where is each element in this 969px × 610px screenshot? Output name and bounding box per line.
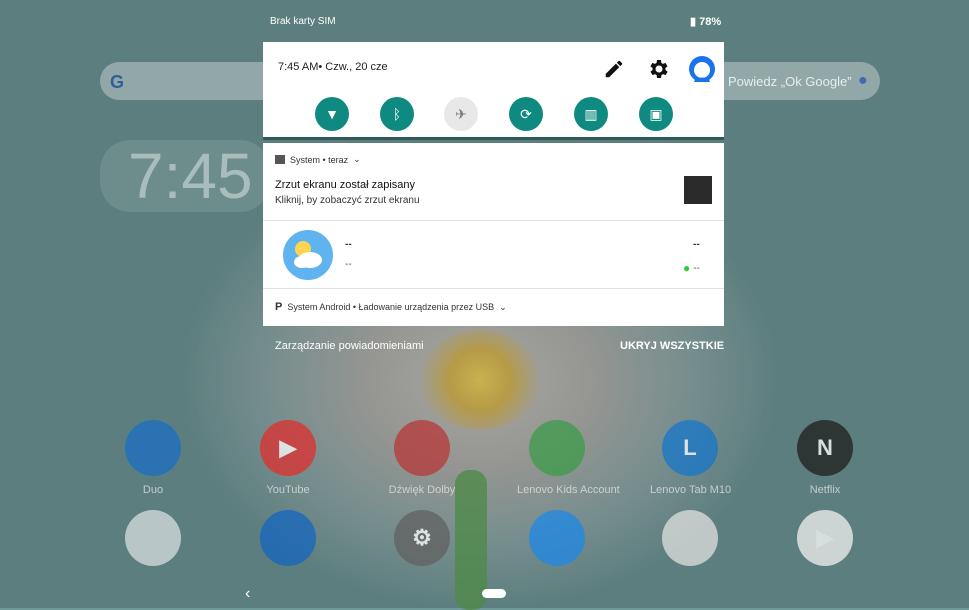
- app-icon[interactable]: [248, 510, 328, 566]
- app-icon-image: [260, 510, 316, 566]
- app-icon[interactable]: Dźwięk Dolby: [382, 420, 462, 496]
- notification-usb[interactable]: P System Android • Ładowanie urządzenia …: [263, 289, 724, 326]
- app-label: Lenovo Kids Account: [517, 484, 620, 496]
- app-label: Dźwięk Dolby: [388, 484, 456, 496]
- weather-location: --: [345, 259, 352, 270]
- app-icon-image: ⚙: [394, 510, 450, 566]
- autorotate-tile[interactable]: ⟳: [509, 97, 543, 131]
- search-hint: Powiedz „Ok Google”: [728, 74, 852, 89]
- notification-screenshot[interactable]: System • teraz ⌄ Zrzut ekranu został zap…: [263, 143, 724, 220]
- app-icon[interactable]: N Netflix: [785, 420, 865, 496]
- app-icon-image: [529, 510, 585, 566]
- app-icon-image: ▶: [797, 510, 853, 566]
- bluetooth-tile[interactable]: ᛒ: [380, 97, 414, 131]
- notification-app-name: System • teraz: [290, 154, 349, 165]
- clear-all-button[interactable]: UKRYJ WSZYSTKIE: [620, 340, 724, 352]
- expand-chevron-icon[interactable]: ⌄: [499, 302, 507, 313]
- app-icon-image: [662, 510, 718, 566]
- notification-header: P System Android • Ładowanie urządzenia …: [275, 301, 507, 313]
- home-clock-widget[interactable]: 7:45: [100, 140, 270, 212]
- app-icon-image: ▶: [260, 420, 316, 476]
- app-icon-image: N: [797, 420, 853, 476]
- battery-icon: ▮: [690, 16, 697, 28]
- weather-condition: --: [345, 239, 352, 250]
- notification-app-name: System Android • Ładowanie urządzenia pr…: [287, 302, 495, 312]
- account-icon[interactable]: [687, 54, 717, 84]
- weather-temperature: --: [693, 239, 700, 250]
- app-label: Lenovo Tab M10: [650, 484, 732, 496]
- qs-drag-handle[interactable]: [263, 137, 724, 140]
- battery-percent: 78%: [699, 16, 722, 28]
- google-logo: G: [110, 72, 125, 92]
- app-label: YouTube: [266, 484, 310, 496]
- bluetooth-icon: ᛒ: [392, 106, 402, 122]
- weather-place: ● --: [683, 261, 700, 275]
- qs-datetime[interactable]: 7:45 AM• Czw., 20 cze: [278, 61, 388, 73]
- notification-weather[interactable]: -- -- -- ● --: [263, 221, 724, 288]
- app-icon[interactable]: ⚙: [382, 510, 462, 566]
- back-icon[interactable]: ‹: [245, 585, 250, 603]
- mic-icon[interactable]: ●: [858, 72, 868, 90]
- app-label: Duo: [142, 484, 164, 496]
- edit-icon[interactable]: [599, 54, 629, 84]
- location-pin-icon: ●: [683, 261, 691, 275]
- app-icon[interactable]: [113, 510, 193, 566]
- app-icon-image: [125, 510, 181, 566]
- battery-status: ▮ 78%: [690, 15, 721, 28]
- carrier-status: Brak karty SIM: [270, 16, 336, 27]
- wallpaper-flower: [420, 330, 540, 430]
- android-system-icon: P: [275, 301, 283, 313]
- home-pill-button[interactable]: [482, 589, 506, 598]
- wifi-tile[interactable]: ▼: [315, 97, 349, 131]
- app-label: Netflix: [809, 484, 841, 496]
- wifi-off-icon: ▼: [325, 106, 339, 122]
- app-icon-image: L: [662, 420, 718, 476]
- app-icon[interactable]: [650, 510, 730, 566]
- airplane-icon: ✈: [455, 105, 467, 122]
- app-icon-image: [125, 420, 181, 476]
- rotate-icon: ⟳: [520, 105, 532, 122]
- cast-tile[interactable]: ▣: [639, 97, 673, 131]
- weather-partly-cloudy-icon: [283, 230, 333, 280]
- settings-icon[interactable]: [643, 54, 673, 84]
- reading-mode-tile[interactable]: ▥: [574, 97, 608, 131]
- app-icon-image: [529, 420, 585, 476]
- expand-chevron-icon[interactable]: ⌄: [353, 154, 361, 165]
- quick-settings-panel: 7:45 AM• Czw., 20 cze ▼ ᛒ ✈ ⟳ ▥ ▣: [263, 42, 724, 140]
- app-icon[interactable]: L Lenovo Tab M10: [650, 420, 732, 496]
- notification-header: System • teraz ⌄: [275, 154, 361, 165]
- notification-text: Kliknij, by zobaczyć zrzut ekranu: [275, 195, 420, 206]
- app-icon[interactable]: ▶: [785, 510, 865, 566]
- app-icon-image: [394, 420, 450, 476]
- app-icon[interactable]: ▶ YouTube: [248, 420, 328, 496]
- manage-notifications-button[interactable]: Zarządzanie powiadomieniami: [275, 340, 424, 352]
- app-icon[interactable]: Duo: [113, 420, 193, 496]
- app-icon[interactable]: Lenovo Kids Account: [517, 420, 620, 496]
- screen-cast-icon: ▣: [649, 105, 663, 122]
- notification-title: Zrzut ekranu został zapisany: [275, 179, 416, 191]
- image-icon: [275, 155, 285, 164]
- airplane-tile[interactable]: ✈: [444, 97, 478, 131]
- app-icon[interactable]: [517, 510, 597, 566]
- screenshot-thumbnail: [684, 176, 712, 204]
- book-icon: ▥: [584, 105, 598, 122]
